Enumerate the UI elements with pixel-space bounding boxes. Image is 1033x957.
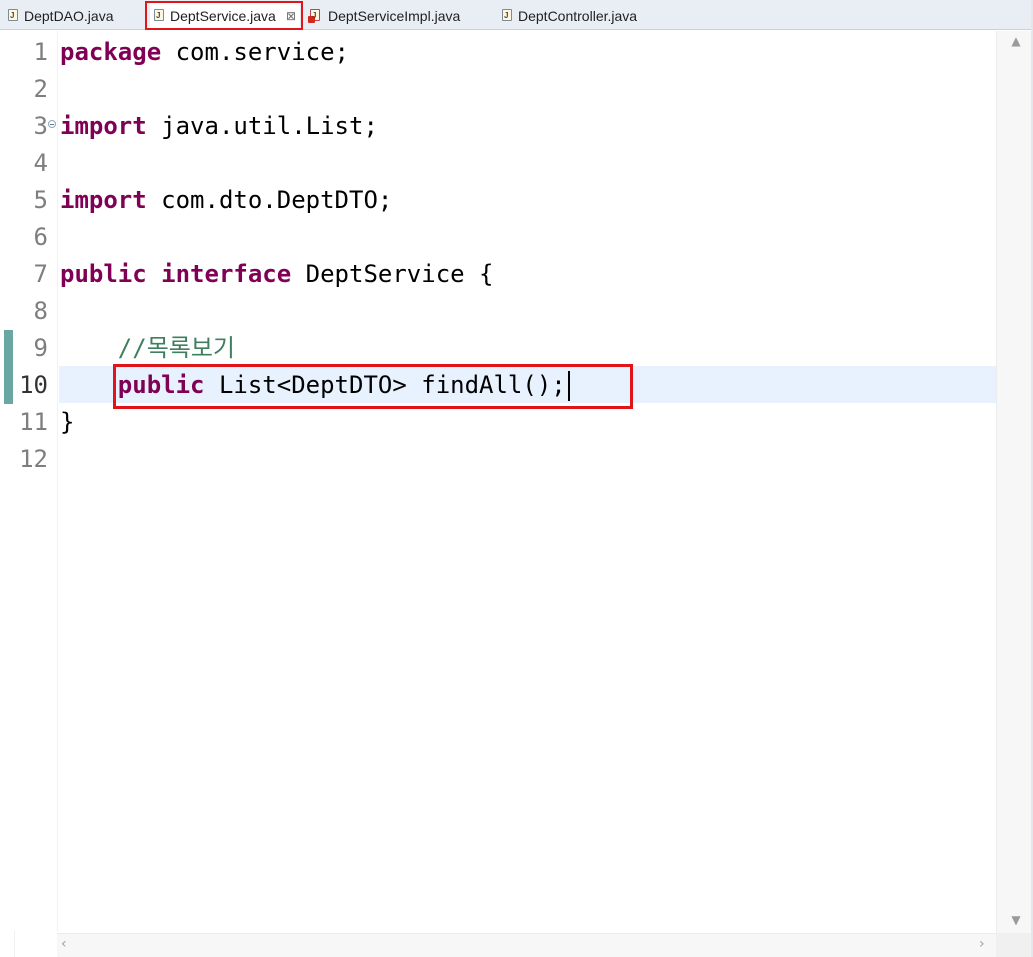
line-number: 9 [33, 334, 48, 362]
line-number: 12 [19, 445, 48, 473]
keyword-token: public [60, 260, 147, 288]
code-editor[interactable]: 1 package com.service; 2 3 import java.util.… [0, 31, 1033, 957]
line-number: 10 [19, 371, 48, 399]
tab-label: DeptServiceImpl.java [328, 8, 461, 24]
scroll-right-icon[interactable]: › [979, 936, 985, 952]
code-line[interactable]: import java.util.List; [60, 108, 378, 145]
change-marker [4, 367, 13, 404]
keyword-token: import [60, 112, 147, 140]
scroll-up-icon[interactable]: ▲ [1008, 34, 1024, 48]
code-token: DeptService { [291, 260, 494, 288]
change-marker [4, 330, 13, 367]
java-file-error-icon [308, 3, 320, 29]
horizontal-scrollbar[interactable]: ‹ › [57, 933, 996, 957]
java-file-icon [154, 3, 164, 29]
line-number: 5 [33, 186, 48, 214]
close-icon[interactable]: ⊠ [286, 3, 296, 29]
editor-tab-bar: DeptDAO.java DeptService.java ⊠ DeptServ… [0, 0, 1033, 30]
code-line[interactable]: public List<DeptDTO> findAll(); [60, 367, 570, 404]
tab-deptserviceimpl[interactable]: DeptServiceImpl.java [308, 3, 480, 29]
line-number: 4 [33, 149, 48, 177]
code-token: com.dto.DeptDTO; [146, 186, 393, 214]
vertical-scrollbar[interactable]: ▲ ▼ [996, 31, 1033, 933]
code-token: } [60, 408, 75, 436]
tab-deptcontroller[interactable]: DeptController.java [502, 3, 672, 29]
comment-token: //목록보기 [117, 334, 236, 362]
tab-label: DeptService.java [170, 8, 276, 24]
code-token: com.service; [161, 38, 349, 66]
java-file-icon [502, 3, 512, 29]
code-line[interactable]: } [60, 404, 74, 441]
keyword-token: public [117, 371, 205, 399]
code-line[interactable]: public interface DeptService { [60, 256, 494, 293]
line-number: 1 [33, 38, 48, 66]
keyword-token: interface [161, 260, 292, 288]
fold-collapse-icon[interactable] [48, 120, 56, 128]
scroll-left-icon[interactable]: ‹ [61, 936, 67, 952]
tab-label: DeptController.java [518, 8, 638, 24]
line-number: 11 [19, 408, 48, 436]
keyword-token: import [60, 186, 147, 214]
code-line[interactable]: package com.service; [60, 34, 349, 71]
scroll-down-icon[interactable]: ▼ [1008, 913, 1024, 927]
code-line[interactable]: import com.dto.DeptDTO; [60, 182, 392, 219]
line-number: 3 [33, 112, 48, 140]
code-token: java.util.List; [146, 112, 378, 140]
tab-label: DeptDAO.java [24, 8, 114, 24]
keyword-token: package [60, 38, 162, 66]
code-token: List<DeptDTO> findAll(); [204, 371, 566, 399]
line-number: 7 [33, 260, 48, 288]
text-caret [567, 371, 570, 401]
tab-deptservice[interactable]: DeptService.java ⊠ [150, 3, 300, 30]
line-number: 2 [33, 75, 48, 103]
overview-ruler-left [0, 31, 15, 957]
line-number: 6 [33, 223, 48, 251]
line-number: 8 [33, 297, 48, 325]
java-file-icon [8, 3, 18, 29]
code-line[interactable]: //목록보기 [60, 330, 235, 367]
scrollbar-corner [996, 933, 1033, 957]
tab-deptdao[interactable]: DeptDAO.java [8, 3, 136, 29]
